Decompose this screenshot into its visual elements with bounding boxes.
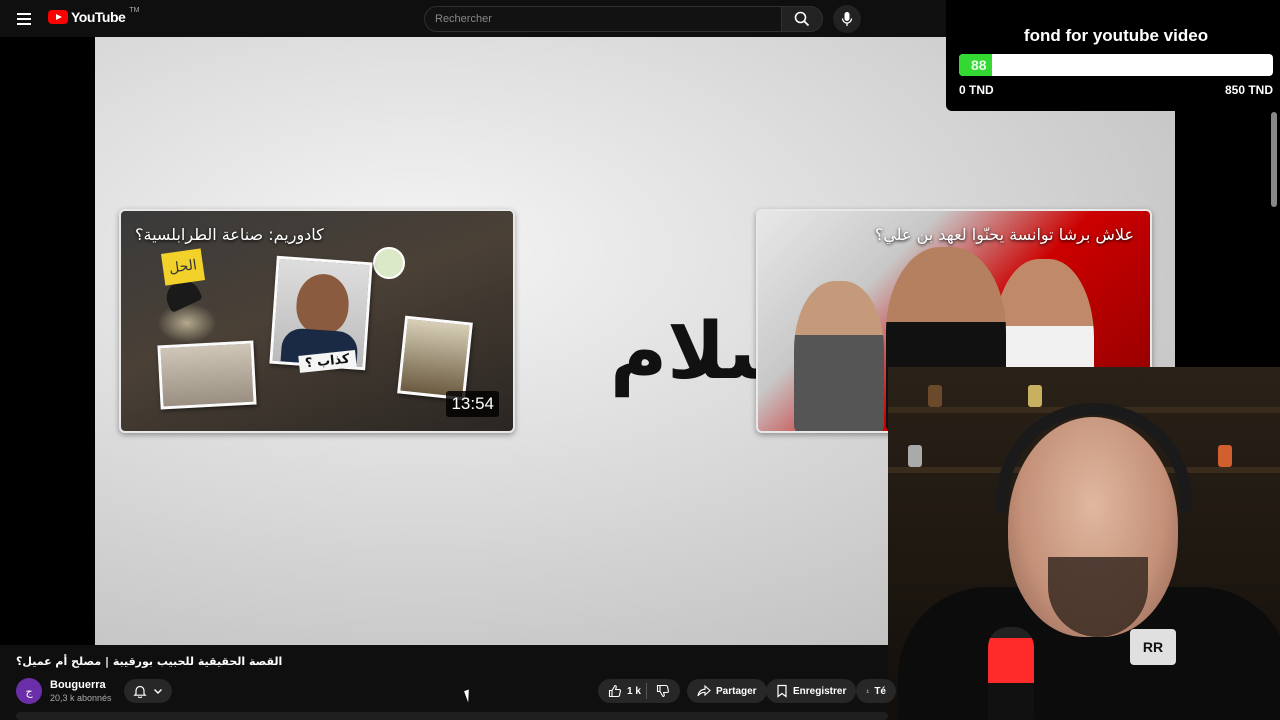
voice-search-button[interactable] <box>833 5 861 33</box>
download-button[interactable]: Té <box>856 679 896 703</box>
left-gutter <box>0 37 95 645</box>
shelf-figure <box>908 445 922 467</box>
channel-avatar[interactable]: ج <box>16 678 42 704</box>
search-input[interactable] <box>425 7 781 31</box>
share-label: Partager <box>716 685 757 697</box>
hoodie-logo: RR <box>1130 629 1176 665</box>
shelf-figure <box>928 385 942 407</box>
thumbs-down-icon <box>656 684 669 698</box>
microphone <box>988 627 1034 720</box>
channel-subscribers: 20,3 k abonnés <box>50 693 112 703</box>
donation-progress-bar: 88 <box>959 54 1273 76</box>
bell-icon <box>133 685 147 698</box>
youtube-logo[interactable]: YouTube TM <box>48 7 140 25</box>
search-box <box>424 6 782 32</box>
microphone-icon <box>841 12 853 26</box>
search-icon <box>794 11 810 27</box>
logo-tm: TM <box>129 7 140 14</box>
thumbs-up-icon <box>608 684 621 698</box>
logo-text: YouTube <box>71 9 126 25</box>
sticky-note: الحل <box>160 248 206 286</box>
donation-current: 88 <box>971 57 987 73</box>
scrollbar[interactable] <box>1271 112 1277 207</box>
card-title: علاش برشا توانسة يحنّوا لعهد بن علي؟ <box>874 225 1134 244</box>
save-button[interactable]: Enregistrer <box>766 679 857 703</box>
save-label: Enregistrer <box>793 685 847 697</box>
dislike-button[interactable] <box>648 679 680 703</box>
download-label: Té <box>874 685 886 697</box>
youtube-play-icon <box>48 10 68 24</box>
share-button[interactable]: Partager <box>687 679 767 703</box>
menu-icon[interactable] <box>14 10 34 28</box>
like-count: 1 k <box>627 685 641 697</box>
chevron-down-icon <box>154 689 162 694</box>
donation-max-label: 850 TND <box>1224 83 1273 97</box>
share-icon <box>697 684 711 697</box>
webcam-overlay: RR <box>888 367 1280 720</box>
video-duration: 13:54 <box>446 391 499 417</box>
end-screen-video-card[interactable]: الحل كذاب ؟ كادوريم: صناعة الطرابلسية؟ 1… <box>119 209 515 433</box>
channel-name[interactable]: Bouguerra <box>50 679 112 691</box>
card-title: كادوريم: صناعة الطرابلسية؟ <box>135 225 324 244</box>
donation-goal-widget: fond for youtube video 88 0 TND 850 TND <box>946 0 1280 111</box>
video-info: القصة الحقيقية للحبيب بورقيبة | مصلح أم … <box>0 645 896 720</box>
person-left <box>794 281 884 431</box>
download-icon <box>866 689 869 693</box>
donation-title: fond for youtube video <box>1023 26 1209 45</box>
lamp-glow <box>157 303 217 343</box>
channel-info[interactable]: ج Bouguerra 20,3 k abonnés <box>16 678 112 704</box>
description-box-edge <box>16 712 888 720</box>
bookmark-icon <box>777 684 787 698</box>
donation-min-label: 0 TND <box>959 83 994 97</box>
photo-group <box>157 340 257 410</box>
photo-portrait <box>397 315 473 401</box>
search-button[interactable] <box>781 6 823 32</box>
video-title: القصة الحقيقية للحبيب بورقيبة | مصلح أم … <box>16 655 283 668</box>
shelf-figure <box>1218 445 1232 467</box>
headphones-icon <box>996 403 1192 513</box>
shelf-figure <box>1028 385 1042 407</box>
badge-icon <box>373 247 405 279</box>
like-divider <box>646 683 647 699</box>
notification-bell-button[interactable] <box>124 679 172 703</box>
